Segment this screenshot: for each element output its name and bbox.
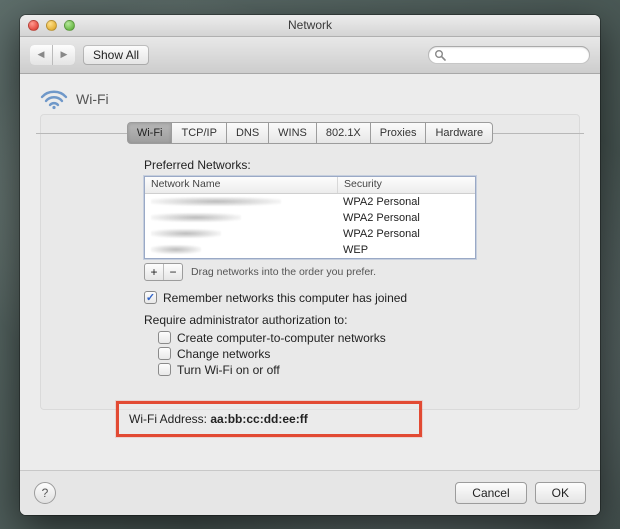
minimize-icon[interactable]	[46, 20, 57, 31]
search-icon	[434, 49, 446, 61]
cell-security: WPA2 Personal	[337, 228, 475, 240]
help-button[interactable]: ?	[34, 482, 56, 504]
table-row[interactable]: WEP	[145, 242, 475, 258]
table-row[interactable]: WPA2 Personal	[145, 194, 475, 210]
tab-wifi[interactable]: Wi-Fi	[127, 122, 173, 144]
show-all-button[interactable]: Show All	[83, 45, 149, 65]
cancel-button[interactable]: Cancel	[455, 482, 526, 504]
zoom-icon[interactable]	[64, 20, 75, 31]
col-security[interactable]: Security	[338, 177, 475, 193]
wifi-icon	[40, 88, 68, 110]
tab-dns[interactable]: DNS	[226, 122, 269, 144]
redacted-network-name	[151, 245, 201, 254]
cell-security: WEP	[337, 244, 475, 256]
wifi-address-highlight: Wi-Fi Address: aa:bb:cc:dd:ee:ff	[116, 401, 422, 437]
admin-auth-label: Require administrator authorization to:	[144, 313, 584, 327]
table-row[interactable]: WPA2 Personal	[145, 210, 475, 226]
close-icon[interactable]	[28, 20, 39, 31]
wifi-address-value: aa:bb:cc:dd:ee:ff	[210, 412, 307, 426]
interface-header: Wi-Fi	[36, 84, 584, 118]
prefpane-body: Wi-Fi Wi-Fi TCP/IP DNS WINS 802.1X Proxi…	[20, 74, 600, 470]
remove-network-button[interactable]: −	[163, 264, 182, 280]
table-header: Network Name Security	[145, 177, 475, 194]
admin-change-networks-checkbox[interactable]	[158, 347, 171, 360]
forward-button[interactable]: ▶	[52, 45, 75, 65]
tab-hardware[interactable]: Hardware	[425, 122, 493, 144]
tab-wins[interactable]: WINS	[268, 122, 317, 144]
cell-security: WPA2 Personal	[337, 212, 475, 224]
search-input[interactable]	[428, 46, 590, 64]
interface-title: Wi-Fi	[76, 91, 109, 107]
add-network-button[interactable]: +	[145, 264, 163, 280]
redacted-network-name	[151, 229, 221, 238]
drag-hint: Drag networks into the order you prefer.	[191, 266, 376, 278]
remember-networks-label: Remember networks this computer has join…	[163, 291, 407, 305]
traffic-lights	[20, 20, 75, 31]
ok-button[interactable]: OK	[535, 482, 586, 504]
admin-create-adhoc-label: Create computer-to-computer networks	[177, 331, 386, 345]
network-preferences-window: Network ◀ ▶ Show All Wi-	[20, 15, 600, 515]
add-remove-stepper: + −	[144, 263, 183, 281]
preferred-networks-label: Preferred Networks:	[144, 158, 584, 172]
remember-networks-checkbox[interactable]	[144, 291, 157, 304]
admin-turn-wifi-label: Turn Wi-Fi on or off	[177, 363, 280, 377]
col-network-name[interactable]: Network Name	[145, 177, 338, 193]
footer: ? Cancel OK	[20, 470, 600, 515]
tab-8021x[interactable]: 802.1X	[316, 122, 371, 144]
nav-back-forward: ◀ ▶	[30, 45, 75, 65]
admin-change-networks-label: Change networks	[177, 347, 270, 361]
redacted-network-name	[151, 197, 281, 206]
tab-proxies[interactable]: Proxies	[370, 122, 427, 144]
table-row[interactable]: WPA2 Personal	[145, 226, 475, 242]
titlebar: Network	[20, 15, 600, 37]
wifi-address-label: Wi-Fi Address:	[129, 412, 207, 426]
desktop-backdrop: Network ◀ ▶ Show All Wi-	[0, 0, 620, 529]
back-button[interactable]: ◀	[30, 45, 52, 65]
redacted-network-name	[151, 213, 241, 222]
tab-tcpip[interactable]: TCP/IP	[171, 122, 226, 144]
wifi-tab-content: Preferred Networks: Network Name Securit…	[36, 144, 584, 377]
window-title: Network	[20, 18, 600, 32]
preferred-networks-table[interactable]: Network Name Security WPA2 Personal WPA2…	[144, 176, 476, 259]
toolbar: ◀ ▶ Show All	[20, 37, 600, 74]
admin-turn-wifi-checkbox[interactable]	[158, 363, 171, 376]
cell-security: WPA2 Personal	[337, 196, 475, 208]
tab-bar: Wi-Fi TCP/IP DNS WINS 802.1X Proxies Har…	[36, 122, 584, 144]
admin-create-adhoc-checkbox[interactable]	[158, 331, 171, 344]
